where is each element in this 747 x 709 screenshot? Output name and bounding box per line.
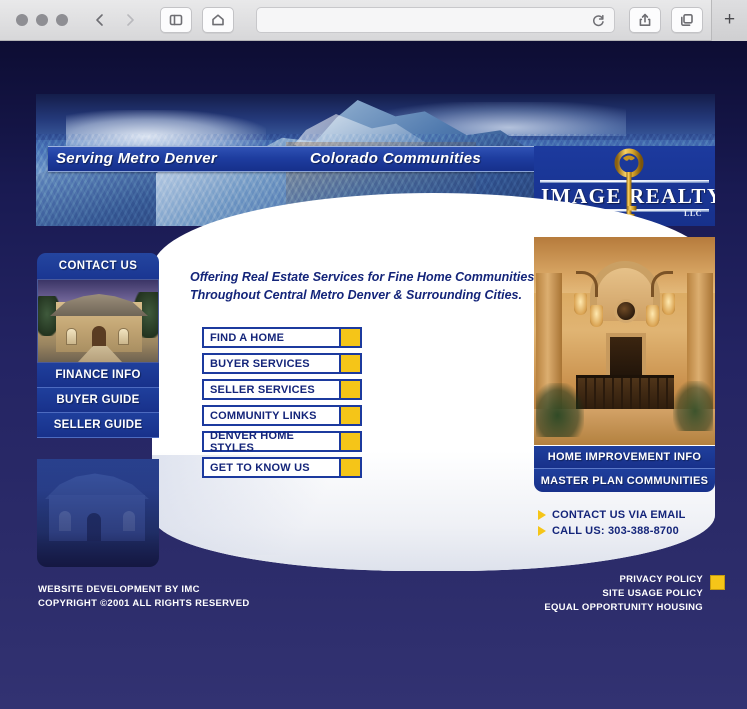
main-menu: FIND A HOME BUYER SERVICES SELLER SERVIC…	[202, 327, 362, 483]
home-button[interactable]	[202, 7, 234, 33]
menu-button-seller-services[interactable]: SELLER SERVICES	[202, 379, 362, 400]
footer-credits: WEBSITE DEVELOPMENT BY IMC COPYRIGHT ©20…	[38, 583, 250, 611]
view-buttons	[160, 7, 234, 33]
footer-copyright-line: COPYRIGHT ©2001 ALL RIGHTS RESERVED	[38, 597, 250, 609]
tagline-line-1: Offering Real Estate Services for Fine H…	[190, 270, 535, 284]
site-usage-policy-link[interactable]: SITE USAGE POLICY	[544, 587, 703, 601]
contact-phone-label: CALL US: 303-388-8700	[552, 525, 679, 537]
footer-developer-line: WEBSITE DEVELOPMENT BY IMC	[38, 584, 200, 595]
tagline-line-2: Throughout Central Metro Denver & Surrou…	[190, 288, 522, 303]
menu-button-get-to-know-us[interactable]: GET TO KNOW US	[202, 457, 362, 478]
maximize-window-button[interactable]	[56, 14, 68, 26]
forward-button[interactable]	[116, 7, 144, 33]
footer-policy-links: PRIVACY POLICY SITE USAGE POLICY EQUAL O…	[544, 573, 703, 614]
sidebar-item-seller-guide[interactable]: SELLER GUIDE	[37, 413, 159, 438]
menu-button-label: COMMUNITY LINKS	[202, 405, 341, 426]
banner-left-text: Serving Metro Denver	[56, 150, 218, 167]
footer-gold-square-icon	[710, 575, 725, 590]
privacy-policy-link[interactable]: PRIVACY POLICY	[544, 573, 703, 587]
right-bar-home-improvement-info[interactable]: HOME IMPROVEMENT INFO	[534, 446, 715, 469]
new-tab-button[interactable]: +	[711, 0, 747, 41]
menu-button-label: FIND A HOME	[202, 327, 341, 348]
tagline: Offering Real Estate Services for Fine H…	[190, 268, 540, 304]
share-icon	[639, 13, 651, 26]
contact-links: CONTACT US VIA EMAIL CALL US: 303-388-87…	[538, 509, 686, 541]
close-window-button[interactable]	[16, 14, 28, 26]
blue-house-photo	[37, 459, 159, 567]
menu-button-community-links[interactable]: COMMUNITY LINKS	[202, 405, 362, 426]
gold-square-icon	[341, 327, 362, 348]
sidebar-toggle-button[interactable]	[160, 7, 192, 33]
home-icon	[212, 14, 224, 26]
back-button[interactable]	[86, 7, 114, 33]
equal-opportunity-housing-text: EQUAL OPPORTUNITY HOUSING	[544, 601, 703, 613]
gold-square-icon	[341, 431, 362, 452]
webpage-viewport: Serving Metro Denver Colorado Communitie…	[0, 41, 747, 709]
banner-right-text: Colorado Communities	[310, 150, 482, 167]
sidebar-item-buyer-guide[interactable]: BUYER GUIDE	[37, 388, 159, 413]
forward-chevron-icon	[127, 14, 134, 26]
sidebar-house-photo	[37, 279, 159, 363]
window-controls	[16, 14, 68, 26]
tab-overview-icon	[681, 13, 693, 26]
menu-button-label: SELLER SERVICES	[202, 379, 341, 400]
menu-button-find-a-home[interactable]: FIND A HOME	[202, 327, 362, 348]
left-sidebar: CONTACT US FINANCE INFO BUYER GUIDE SELL…	[37, 253, 159, 438]
sidebar-item-finance-info[interactable]: FINANCE INFO	[37, 363, 159, 388]
contact-phone-link[interactable]: CALL US: 303-388-8700	[538, 525, 686, 537]
contact-email-link[interactable]: CONTACT US VIA EMAIL	[538, 509, 686, 521]
menu-button-label: DENVER HOME STYLES	[202, 430, 341, 454]
reload-icon[interactable]	[591, 13, 606, 28]
interior-corridor-photo	[534, 237, 715, 445]
gold-square-icon	[341, 353, 362, 374]
sidebar-toggle-icon	[169, 14, 183, 26]
gold-square-icon	[341, 379, 362, 400]
navigation-buttons	[86, 7, 144, 33]
address-bar[interactable]	[256, 7, 615, 33]
gold-square-icon	[341, 405, 362, 426]
toolbar-actions	[629, 7, 703, 33]
sidebar-item-contact-us[interactable]: CONTACT US	[37, 253, 159, 279]
minimize-window-button[interactable]	[36, 14, 48, 26]
share-button[interactable]	[629, 7, 661, 33]
tab-overview-button[interactable]	[671, 7, 703, 33]
menu-button-denver-home-styles[interactable]: DENVER HOME STYLES	[202, 430, 362, 454]
menu-button-label: GET TO KNOW US	[202, 457, 341, 478]
browser-toolbar: +	[0, 0, 747, 41]
right-bar-master-plan-communities[interactable]: MASTER PLAN COMMUNITIES	[534, 469, 715, 492]
contact-email-label: CONTACT US VIA EMAIL	[552, 509, 686, 521]
gold-triangle-icon	[538, 510, 546, 520]
gold-triangle-icon	[538, 526, 546, 536]
menu-button-buyer-services[interactable]: BUYER SERVICES	[202, 353, 362, 374]
logo-llc-text: LLC	[684, 209, 702, 218]
gold-square-icon	[341, 457, 362, 478]
back-chevron-icon	[96, 14, 103, 26]
menu-button-label: BUYER SERVICES	[202, 353, 341, 374]
